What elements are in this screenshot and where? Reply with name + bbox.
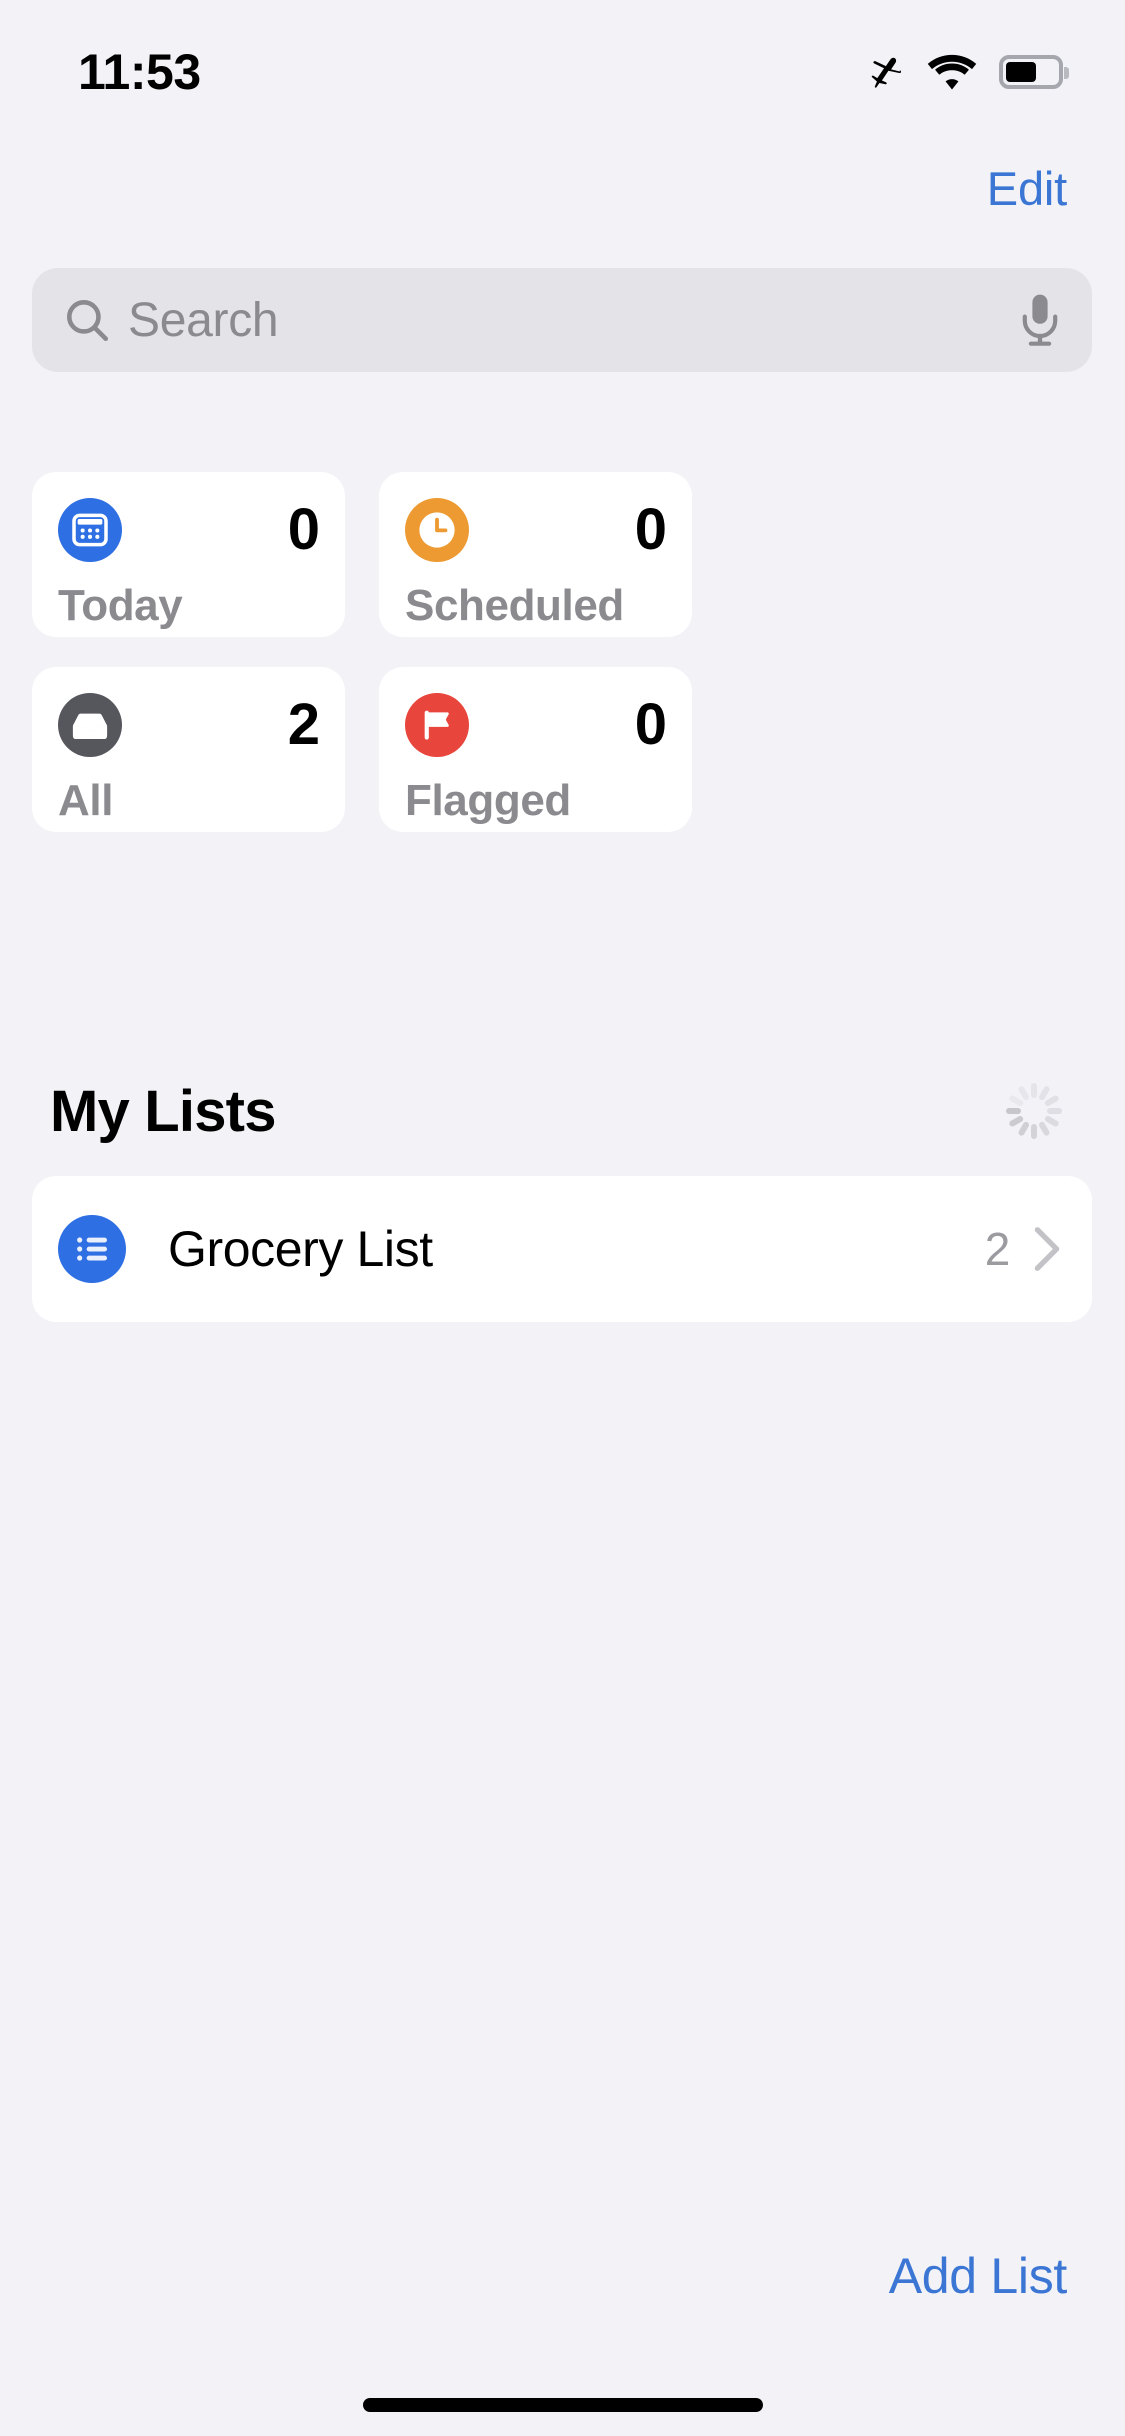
bulleted-list-icon — [58, 1215, 126, 1283]
card-label: Flagged — [405, 776, 571, 825]
smart-lists-grid: 0 Today 0 Scheduled 2 All 0 Flagged — [32, 472, 1093, 832]
smart-card-today[interactable]: 0 Today — [32, 472, 345, 637]
reminders-app-screen: 11:53 Edit Search 0 Today 0 Scheduled 2 … — [0, 0, 1125, 2436]
loading-spinner-icon — [1005, 1082, 1063, 1140]
inbox-icon — [58, 693, 122, 757]
section-title: My Lists — [50, 1078, 276, 1144]
my-lists-group: Grocery List 2 — [32, 1176, 1092, 1322]
card-header: 0 — [405, 497, 667, 562]
smart-card-scheduled[interactable]: 0 Scheduled — [379, 472, 692, 637]
card-count: 0 — [287, 497, 320, 562]
navigation-bar: Edit — [0, 148, 1125, 228]
card-header: 0 — [405, 692, 667, 757]
card-count: 0 — [634, 497, 667, 562]
card-count: 2 — [287, 692, 320, 757]
list-item-name: Grocery List — [168, 1221, 433, 1277]
airplane-mode-icon — [859, 49, 905, 95]
status-bar-time: 11:53 — [78, 44, 201, 100]
card-label: Scheduled — [405, 581, 624, 630]
smart-card-flagged[interactable]: 0 Flagged — [379, 667, 692, 832]
footer-toolbar: Add List — [0, 2228, 1125, 2324]
home-indicator[interactable] — [362, 2398, 763, 2412]
status-bar: 11:53 — [0, 0, 1125, 132]
flag-icon — [405, 693, 469, 757]
chevron-right-icon — [1032, 1225, 1062, 1273]
edit-button[interactable]: Edit — [987, 161, 1067, 216]
add-list-button[interactable]: Add List — [889, 2247, 1068, 2305]
clock-icon — [405, 498, 469, 562]
search-input[interactable]: Search — [128, 293, 1018, 348]
card-header: 2 — [58, 692, 320, 757]
microphone-icon[interactable] — [1018, 293, 1062, 347]
card-header: 0 — [58, 497, 320, 562]
search-bar[interactable]: Search — [32, 268, 1092, 372]
calendar-icon — [58, 498, 122, 562]
status-bar-icons — [859, 49, 1069, 95]
smart-card-all[interactable]: 2 All — [32, 667, 345, 832]
wifi-icon — [927, 53, 977, 91]
search-icon — [62, 295, 128, 345]
card-label: All — [58, 776, 114, 825]
my-lists-header: My Lists — [50, 1068, 1075, 1154]
card-count: 0 — [634, 692, 667, 757]
card-label: Today — [58, 581, 183, 630]
list-item-count: 2 — [984, 1223, 1011, 1275]
list-item[interactable]: Grocery List 2 — [32, 1176, 1092, 1322]
battery-icon — [999, 55, 1069, 89]
